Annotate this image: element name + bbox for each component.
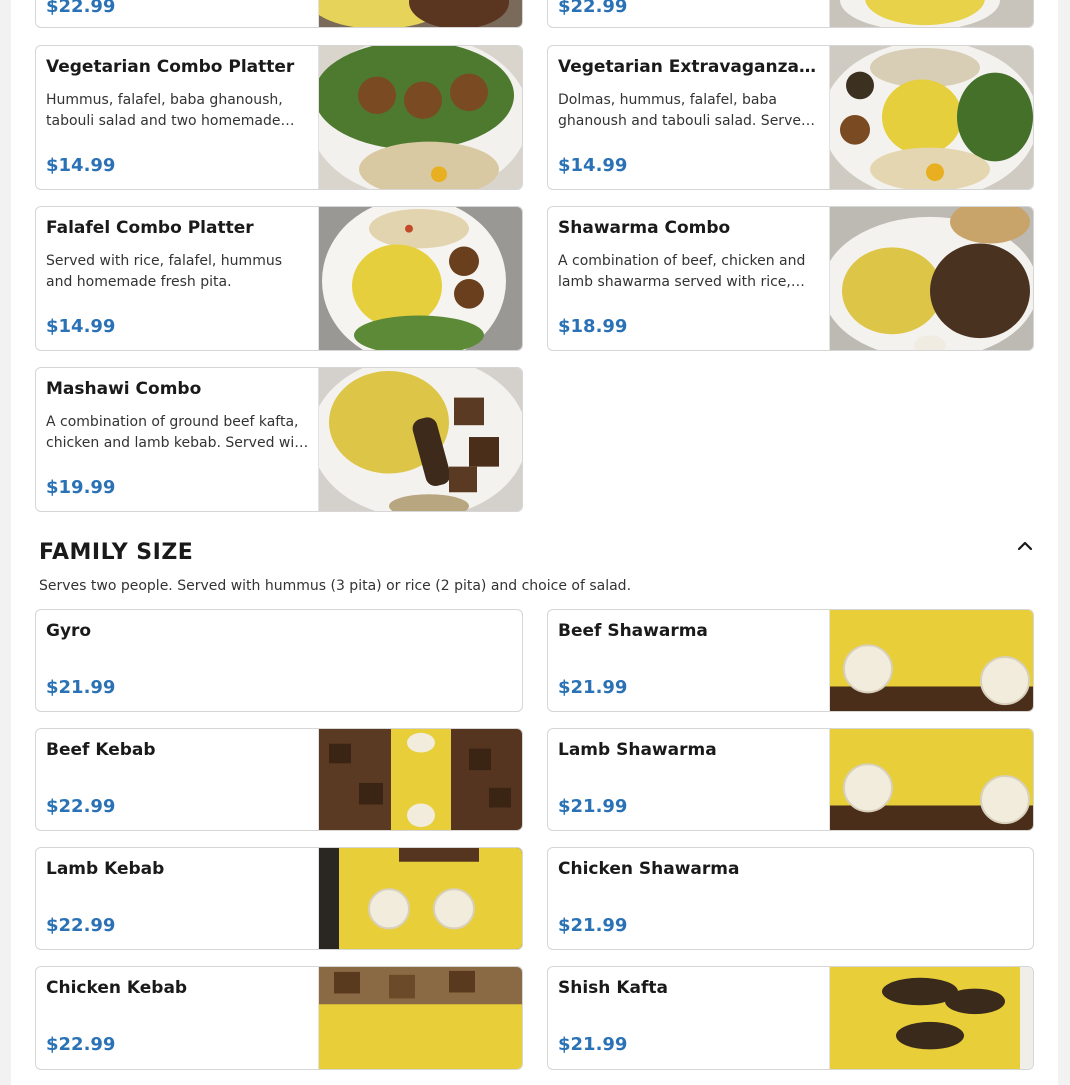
item-name: Gyro — [46, 621, 92, 641]
item-name: Beef Kebab — [46, 740, 156, 760]
item-name: Mashawi Combo — [46, 379, 202, 399]
item-price: $21.99 — [46, 677, 116, 698]
item-price: $14.99 — [46, 316, 116, 337]
item-price: $14.99 — [558, 155, 628, 176]
item-name: Beef Shawarma — [558, 621, 708, 641]
item-description: A combination of beef, chicken and lamb … — [558, 253, 806, 290]
item-price: $18.99 — [558, 316, 628, 337]
item-price: $21.99 — [558, 796, 628, 817]
dish-photo — [829, 207, 1033, 350]
item-name: Shish Kafta — [558, 978, 668, 998]
menu-item-vegetarian-combo-platter[interactable]: Vegetarian Combo Platter Hummus, falafel… — [35, 45, 523, 190]
item-description: Hummus, falafel, baba ghanoush, tabouli … — [46, 92, 283, 129]
dish-photo — [318, 368, 522, 511]
item-price: $22.99 — [46, 796, 116, 817]
dish-photo — [318, 0, 522, 27]
dish-photo — [318, 46, 522, 189]
item-price: $22.99 — [558, 0, 628, 17]
menu-item-vegetarian-extravaganza[interactable]: Vegetarian Extravaganza Platter Dolmas, … — [547, 45, 1034, 190]
menu-item-shawarma-combo[interactable]: Shawarma Combo A combination of beef, ch… — [547, 206, 1034, 351]
item-price: $22.99 — [46, 1034, 116, 1055]
item-price: $21.99 — [558, 1034, 628, 1055]
item-name: Chicken Shawarma — [558, 859, 740, 879]
item-name: Lamb Kebab — [46, 859, 165, 879]
section-description: Serves two people. Served with hummus (3… — [39, 578, 632, 594]
menu-item-chicken-kebab[interactable]: Chicken Kebab $22.99 — [35, 966, 523, 1070]
item-description: Served with rice, falafel, hummus and ho… — [46, 253, 282, 290]
dish-photo — [318, 967, 522, 1069]
item-description: A combination of ground beef kafta, chic… — [46, 414, 309, 451]
chevron-up-icon[interactable] — [1014, 536, 1036, 556]
menu-item-beef-shawarma[interactable]: Beef Shawarma $21.99 — [547, 609, 1034, 712]
item-price: $21.99 — [558, 677, 628, 698]
dish-photo — [829, 0, 1033, 27]
menu-item-lamb-shawarma[interactable]: Lamb Shawarma $21.99 — [547, 728, 1034, 831]
dish-photo — [829, 46, 1033, 189]
item-name: Chicken Kebab — [46, 978, 188, 998]
menu-item-card[interactable]: $22.99 — [547, 0, 1034, 28]
dish-photo — [829, 610, 1033, 711]
section-title: FAMILY SIZE — [39, 540, 194, 565]
item-name: Lamb Shawarma — [558, 740, 717, 760]
item-price: $14.99 — [46, 155, 116, 176]
menu-item-chicken-shawarma[interactable]: Chicken Shawarma $21.99 — [547, 847, 1034, 950]
dish-photo — [318, 848, 522, 949]
item-description: Dolmas, hummus, falafel, baba ghanoush a… — [558, 92, 810, 129]
menu-item-lamb-kebab[interactable]: Lamb Kebab $22.99 — [35, 847, 523, 950]
menu-item-falafel-combo-platter[interactable]: Falafel Combo Platter Served with rice, … — [35, 206, 523, 351]
item-name: Shawarma Combo — [558, 218, 731, 238]
menu-item-beef-kebab[interactable]: Beef Kebab $22.99 — [35, 728, 523, 831]
menu-item-gyro[interactable]: Gyro $21.99 — [35, 609, 523, 712]
item-price: $19.99 — [46, 477, 116, 498]
item-name: Falafel Combo Platter — [46, 218, 254, 238]
menu-item-shish-kafta[interactable]: Shish Kafta $21.99 — [547, 966, 1034, 1070]
item-name: Vegetarian Combo Platter — [46, 57, 295, 77]
item-price: $22.99 — [46, 915, 116, 936]
item-price: $21.99 — [558, 915, 628, 936]
dish-photo — [318, 729, 522, 830]
dish-photo — [829, 967, 1033, 1069]
menu-item-card[interactable]: $22.99 — [35, 0, 523, 28]
menu-item-mashawi-combo[interactable]: Mashawi Combo A combination of ground be… — [35, 367, 523, 512]
dish-photo — [829, 729, 1033, 830]
item-price: $22.99 — [46, 0, 116, 17]
dish-photo — [318, 207, 522, 350]
item-name: Vegetarian Extravaganza Platter — [558, 57, 819, 77]
